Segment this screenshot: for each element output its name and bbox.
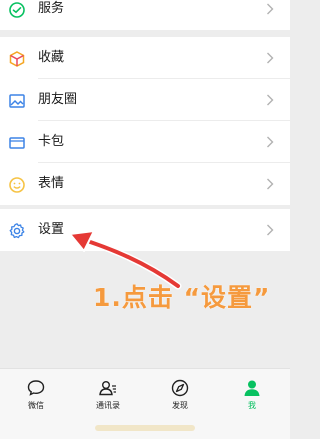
menu-label-moments: 朋友圈 [38, 92, 78, 107]
chevron-right-icon [267, 94, 274, 106]
tab-discover[interactable]: 发现 [144, 369, 216, 421]
tab-me[interactable]: 我 [216, 369, 288, 421]
chevron-right-icon [267, 178, 274, 190]
services-group: 服务 [0, 0, 290, 30]
menu-item-stickers[interactable]: 表情 [0, 163, 290, 205]
cube-icon [9, 51, 25, 67]
chat-icon [27, 380, 45, 396]
contacts-icon [99, 381, 116, 396]
chevron-right-icon [267, 3, 274, 15]
compass-icon [171, 379, 189, 397]
me-page: 服务 收藏 朋友圈 卡包 表情 设置 1.点击 “设置” 微信 通讯录 发现 我 [0, 0, 290, 439]
services-icon [9, 2, 25, 18]
tab-label-discover: 发现 [172, 401, 188, 410]
tab-contacts[interactable]: 通讯录 [72, 369, 144, 421]
gear-icon [9, 223, 25, 239]
tab-label-me: 我 [248, 401, 256, 410]
tab-chats[interactable]: 微信 [0, 369, 72, 421]
chevron-right-icon [267, 136, 274, 148]
card-wallet-icon [9, 137, 25, 149]
menu-item-moments[interactable]: 朋友圈 [0, 79, 290, 121]
home-indicator [95, 425, 195, 431]
menu-item-services[interactable]: 服务 [0, 0, 290, 30]
menu-label-stickers: 表情 [38, 176, 65, 191]
menu-label-services: 服务 [38, 1, 65, 16]
menu-label-cards: 卡包 [38, 134, 65, 149]
chevron-right-icon [267, 224, 274, 236]
smiley-icon [9, 177, 25, 193]
photo-icon [9, 94, 25, 108]
menu-item-cards[interactable]: 卡包 [0, 121, 290, 163]
person-icon [244, 380, 260, 396]
menu-item-favorites[interactable]: 收藏 [0, 37, 290, 79]
annotation-text: 1.点击 “设置” [93, 283, 271, 312]
chevron-right-icon [267, 52, 274, 64]
tab-label-chats: 微信 [28, 401, 44, 410]
menu-label-favorites: 收藏 [38, 50, 65, 65]
content-group: 收藏 朋友圈 卡包 表情 [0, 37, 290, 205]
tab-label-contacts: 通讯录 [96, 401, 120, 410]
